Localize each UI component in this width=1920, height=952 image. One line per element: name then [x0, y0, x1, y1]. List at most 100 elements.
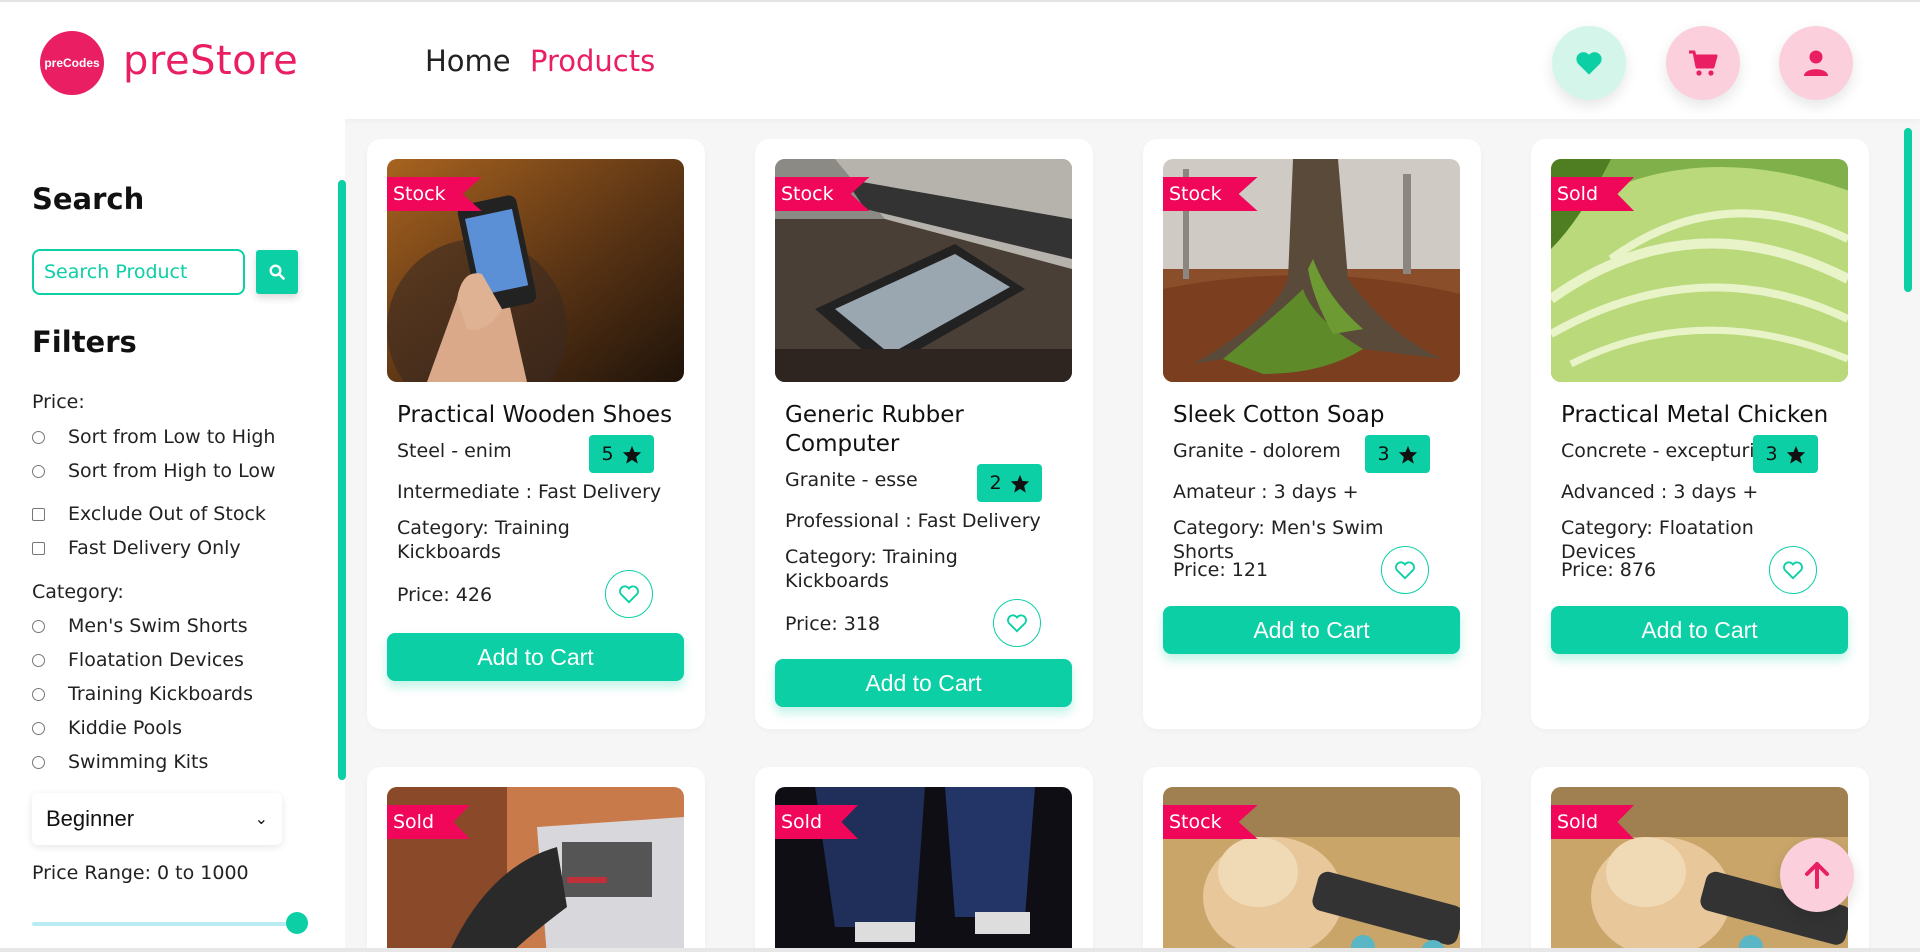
- bottom-edge: [0, 948, 1920, 952]
- cart-button[interactable]: [1666, 26, 1740, 100]
- cart-icon: [1689, 50, 1718, 76]
- heart-icon: [1576, 52, 1602, 75]
- product-name[interactable]: Practical Metal Chicken: [1561, 401, 1851, 430]
- checkbox[interactable]: [32, 507, 45, 521]
- scroll-to-top-button[interactable]: [1780, 838, 1854, 912]
- product-level-delivery: Professional : Fast Delivery: [785, 510, 1041, 532]
- exclude-out-of-stock-option[interactable]: Exclude Out of Stock: [32, 502, 266, 526]
- product-category: Category: Training Kickboards: [785, 546, 958, 592]
- sort-high-low-option[interactable]: Sort from High to Low: [32, 459, 275, 483]
- product-name[interactable]: Practical Wooden Shoes: [397, 401, 687, 430]
- product-card: Stock Generic Rubber Computer Granite - …: [755, 139, 1093, 729]
- category-option[interactable]: Training Kickboards: [32, 682, 253, 706]
- search-icon: [269, 264, 285, 280]
- product-card: Sold: [755, 767, 1093, 952]
- product-material: Granite - esse: [785, 469, 918, 491]
- add-to-cart-button[interactable]: Add to Cart: [387, 633, 684, 681]
- sort-low-high-option[interactable]: Sort from Low to High: [32, 425, 275, 449]
- option-label: Floatation Devices: [68, 649, 244, 671]
- fast-delivery-only-option[interactable]: Fast Delivery Only: [32, 536, 241, 560]
- wishlist-toggle-button[interactable]: [1769, 546, 1817, 594]
- add-to-cart-button[interactable]: Add to Cart: [1551, 606, 1848, 654]
- logo[interactable]: preCodes: [40, 31, 104, 95]
- wishlist-toggle-button[interactable]: [605, 570, 653, 618]
- product-card: Stock: [1143, 767, 1481, 952]
- product-name[interactable]: Generic Rubber Computer: [785, 401, 1075, 459]
- rating-badge: 3: [1753, 435, 1818, 473]
- radio[interactable]: [32, 721, 45, 735]
- add-to-cart-button[interactable]: Add to Cart: [775, 659, 1072, 707]
- option-label: Sort from Low to High: [68, 426, 276, 448]
- category-option[interactable]: Floatation Devices: [32, 648, 244, 672]
- chevron-down-icon: ⌄: [254, 811, 268, 828]
- heart-outline-icon: [619, 585, 639, 604]
- option-label: Training Kickboards: [68, 683, 253, 705]
- category-option[interactable]: Men's Swim Shorts: [32, 614, 248, 638]
- star-icon: [1010, 474, 1029, 493]
- radio[interactable]: [32, 653, 45, 667]
- option-label: Sort from High to Low: [68, 460, 276, 482]
- radio[interactable]: [32, 619, 45, 633]
- level-select[interactable]: Beginner ⌄: [32, 793, 282, 845]
- category-label: Category:: [32, 581, 124, 603]
- arrow-up-icon: [1805, 862, 1829, 889]
- option-label: Fast Delivery Only: [68, 537, 241, 559]
- radio[interactable]: [32, 687, 45, 701]
- price-range-thumb[interactable]: [286, 912, 308, 934]
- star-icon: [1398, 445, 1417, 464]
- heart-outline-icon: [1007, 614, 1027, 633]
- option-label: Exclude Out of Stock: [68, 503, 266, 525]
- product-material: Steel - enim: [397, 440, 512, 462]
- nav-products-link[interactable]: Products: [530, 44, 655, 78]
- category-option[interactable]: Kiddie Pools: [32, 716, 182, 740]
- product-name[interactable]: Sleek Cotton Soap: [1173, 401, 1463, 430]
- rating-value: 5: [601, 443, 614, 465]
- heart-outline-icon: [1395, 561, 1415, 580]
- sidebar-scrollbar[interactable]: [338, 180, 346, 780]
- nav-home-link[interactable]: Home: [425, 44, 511, 78]
- star-icon: [1786, 445, 1805, 464]
- rating-badge: 3: [1365, 435, 1430, 473]
- level-select-value: Beginner: [46, 806, 135, 831]
- add-to-cart-button[interactable]: Add to Cart: [1163, 606, 1460, 654]
- wishlist-toggle-button[interactable]: [993, 599, 1041, 647]
- checkbox[interactable]: [32, 541, 45, 555]
- rating-value: 3: [1377, 443, 1390, 465]
- radio[interactable]: [32, 430, 45, 444]
- product-level-delivery: Intermediate : Fast Delivery: [397, 481, 662, 503]
- option-label: Swimming Kits: [68, 751, 209, 773]
- top-header: preCodes preStore Home Products: [0, 0, 1920, 119]
- user-icon: [1804, 50, 1828, 76]
- product-card: Stock Sleek Cotton Soap Granite - dolore…: [1143, 139, 1481, 729]
- heart-outline-icon: [1783, 561, 1803, 580]
- wishlist-button[interactable]: [1552, 26, 1626, 100]
- rating-value: 3: [1765, 443, 1778, 465]
- wishlist-toggle-button[interactable]: [1381, 546, 1429, 594]
- price-range-slider[interactable]: [32, 922, 296, 926]
- star-icon: [622, 445, 641, 464]
- product-level-delivery: Amateur : 3 days +: [1173, 481, 1359, 503]
- product-material: Concrete - excepturi: [1561, 440, 1755, 462]
- search-button[interactable]: [256, 250, 298, 294]
- main-scrollbar[interactable]: [1904, 128, 1912, 292]
- filters-heading: Filters: [32, 325, 137, 359]
- radio[interactable]: [32, 755, 45, 769]
- product-level-delivery: Advanced : 3 days +: [1561, 481, 1759, 503]
- product-card: Sold Practical Metal Chicken Concrete - …: [1531, 139, 1869, 729]
- search-heading: Search: [32, 182, 145, 216]
- product-material: Granite - dolorem: [1173, 440, 1341, 462]
- option-label: Kiddie Pools: [68, 717, 183, 739]
- category-option[interactable]: Swimming Kits: [32, 750, 208, 774]
- rating-badge: 2: [977, 464, 1042, 502]
- option-label: Men's Swim Shorts: [68, 615, 248, 637]
- rating-value: 2: [989, 472, 1002, 494]
- search-input[interactable]: [32, 249, 245, 295]
- radio[interactable]: [32, 464, 45, 478]
- rating-badge: 5: [589, 435, 654, 473]
- brand-name[interactable]: preStore: [123, 38, 298, 84]
- product-card: Sold: [367, 767, 705, 952]
- product-category: Category: Training Kickboards: [397, 517, 570, 563]
- price-label: Price:: [32, 391, 85, 413]
- user-button[interactable]: [1779, 26, 1853, 100]
- price-range-label: Price Range: 0 to 1000: [32, 862, 249, 884]
